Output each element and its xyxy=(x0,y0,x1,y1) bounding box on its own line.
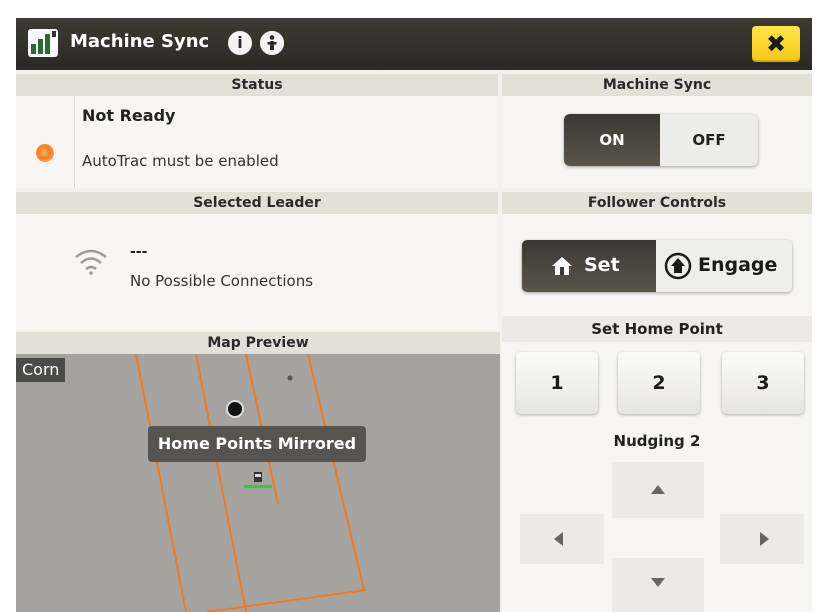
engage-label: Engage xyxy=(698,254,778,276)
sync-on-button[interactable]: ON xyxy=(564,114,660,166)
nudge-right-button[interactable] xyxy=(720,514,804,564)
home-point-3-button[interactable]: 3 xyxy=(722,352,804,414)
machine-sync-app-icon xyxy=(28,29,58,57)
set-home-icon xyxy=(552,257,572,275)
arrow-right-icon xyxy=(760,532,769,546)
status-state: Not Ready xyxy=(82,106,176,125)
arrow-up-icon xyxy=(651,485,665,494)
home-point-2-button[interactable]: 2 xyxy=(618,352,700,414)
map-preview-header: Map Preview xyxy=(16,332,500,354)
selected-leader-panel: --- No Possible Connections xyxy=(16,214,498,330)
follower-mode-selector[interactable]: Set Engage xyxy=(522,240,792,292)
selected-leader-header: Selected Leader xyxy=(16,192,498,214)
follower-controls-header: Follower Controls xyxy=(502,192,812,214)
home-point-marker xyxy=(226,400,244,418)
close-button[interactable]: ✖ xyxy=(752,26,800,62)
machine-sync-window: Machine Sync i ✖ Status Not Ready AutoTr… xyxy=(16,18,812,612)
leader-connection-text: No Possible Connections xyxy=(130,272,314,290)
nudge-left-button[interactable] xyxy=(520,514,604,564)
engage-button[interactable]: Engage xyxy=(656,240,792,292)
nudge-up-button[interactable] xyxy=(612,462,704,518)
status-message: AutoTrac must be enabled xyxy=(82,152,279,170)
engage-icon xyxy=(664,252,692,280)
status-indicator-icon xyxy=(36,144,54,162)
window-title: Machine Sync xyxy=(70,31,210,52)
info-icon[interactable]: i xyxy=(228,31,252,55)
machine-sync-toggle[interactable]: ON OFF xyxy=(564,114,758,166)
nudging-header: Nudging 2 xyxy=(613,432,701,450)
home-point-1-button[interactable]: 1 xyxy=(516,352,598,414)
nudge-down-button[interactable] xyxy=(612,558,704,612)
set-button[interactable]: Set xyxy=(522,240,656,292)
set-label: Set xyxy=(584,254,620,276)
status-panel: Not Ready AutoTrac must be enabled xyxy=(16,96,498,188)
info-detail-icon[interactable] xyxy=(260,31,284,55)
wifi-icon xyxy=(75,249,107,275)
sync-off-button[interactable]: OFF xyxy=(660,114,758,166)
crop-label: Corn xyxy=(16,358,66,382)
set-home-point-header: Set Home Point xyxy=(502,316,812,342)
arrow-left-icon xyxy=(554,532,563,546)
status-header: Status xyxy=(16,74,498,96)
info-person-icon xyxy=(260,31,284,55)
arrow-down-icon xyxy=(651,578,665,587)
title-bar: Machine Sync i ✖ xyxy=(16,18,812,70)
home-points-toast: Home Points Mirrored xyxy=(148,426,366,462)
map-preview[interactable]: Corn Home Points Mirrored xyxy=(16,354,500,612)
leader-name: --- xyxy=(130,244,148,260)
machine-sync-header: Machine Sync xyxy=(502,74,812,96)
machine-icon xyxy=(244,472,272,488)
